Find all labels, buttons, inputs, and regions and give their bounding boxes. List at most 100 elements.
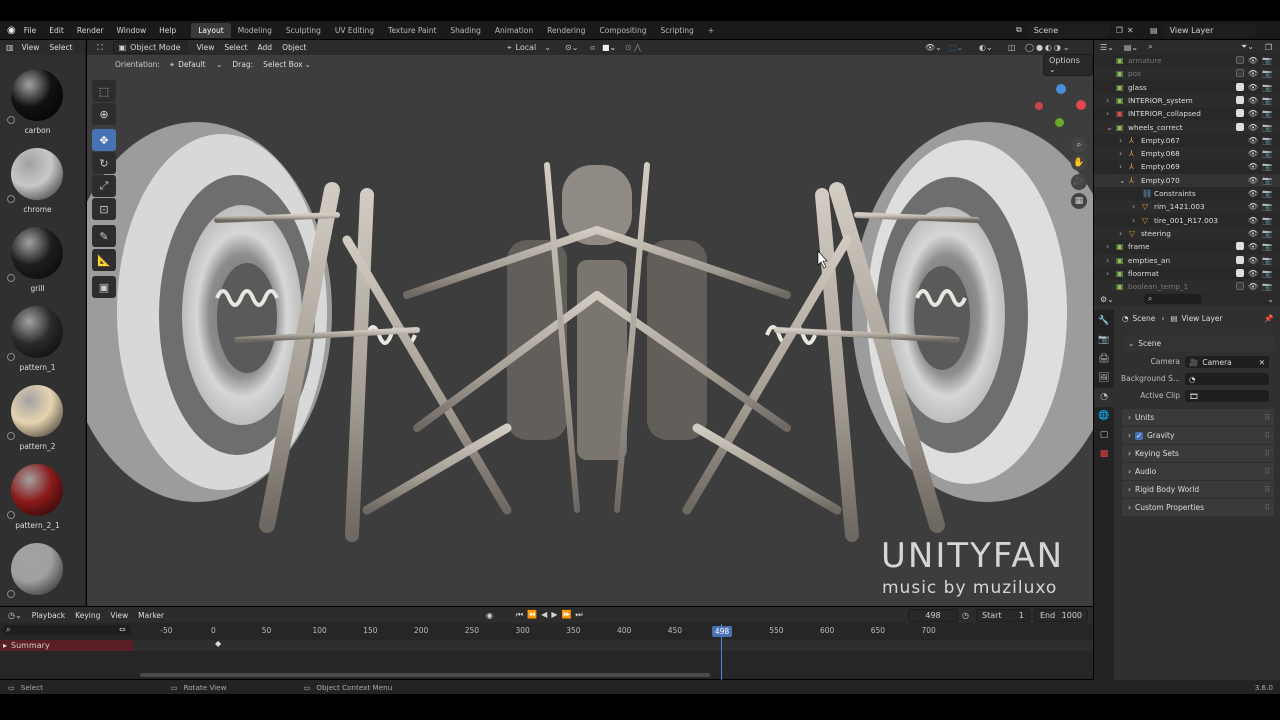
- close-scene-icon[interactable]: ✕: [1127, 26, 1134, 35]
- summary-channel[interactable]: ▸ Summary: [0, 640, 133, 651]
- visibility-icon[interactable]: 👁⌄: [925, 43, 942, 52]
- property-section[interactable]: › Rigid Body World ⠿: [1122, 481, 1274, 498]
- row-toggles[interactable]: 👁 📷: [1235, 109, 1272, 118]
- pivot-point-icon[interactable]: ⊙⌄: [565, 43, 578, 52]
- tab-compositing[interactable]: Compositing: [592, 23, 653, 38]
- search-icon[interactable]: ⌕: [1148, 42, 1152, 52]
- gizmo-icon[interactable]: ⬚⌄: [949, 43, 963, 52]
- gravity-checkbox[interactable]: ✓: [1135, 431, 1143, 440]
- tab-texture-paint[interactable]: Texture Paint: [381, 23, 443, 38]
- x-axis-icon[interactable]: [1076, 100, 1086, 110]
- expand-chevron-icon[interactable]: ›: [1132, 216, 1135, 225]
- keyframe-icon[interactable]: ◆: [215, 639, 221, 648]
- pin-icon[interactable]: 📌: [1264, 314, 1273, 323]
- outliner-row[interactable]: › ⅄ Empty.068 👁 📷: [1094, 147, 1280, 161]
- camera-icon[interactable]: 📷: [1262, 189, 1272, 198]
- material-name[interactable]: pattern_2_1: [0, 521, 75, 530]
- outliner-item-name[interactable]: boolean_temp_1: [1128, 282, 1188, 291]
- outliner-item-name[interactable]: frame: [1128, 242, 1150, 251]
- eye-icon[interactable]: 👁: [1248, 189, 1258, 198]
- camera-field[interactable]: 🎥 Camera ✕: [1185, 356, 1269, 368]
- tool-tab-icon[interactable]: 🔧: [1094, 312, 1114, 331]
- panel-options-icon[interactable]: ⌄: [1267, 295, 1274, 304]
- expand-chevron-icon[interactable]: ›: [1119, 136, 1122, 145]
- viewport-menu-add[interactable]: Add: [258, 43, 273, 52]
- row-toggles[interactable]: 👁 📷: [1235, 56, 1272, 65]
- tab-rendering[interactable]: Rendering: [540, 23, 592, 38]
- row-toggles[interactable]: 👁 📷: [1248, 162, 1272, 171]
- camera-icon[interactable]: 📷: [1262, 69, 1272, 78]
- blender-logo-icon[interactable]: ◉: [7, 25, 16, 36]
- row-toggles[interactable]: 👁 📷: [1248, 149, 1272, 158]
- outliner-item-name[interactable]: wheels_correct: [1128, 123, 1183, 132]
- exclude-checkbox[interactable]: [1235, 282, 1244, 291]
- outliner-row[interactable]: › ▽ rim_1421.003 👁 📷: [1094, 200, 1280, 214]
- row-toggles[interactable]: 👁 📷: [1235, 122, 1272, 132]
- row-toggles[interactable]: 👁 📷: [1235, 95, 1272, 105]
- outliner-item-name[interactable]: Empty.068: [1141, 149, 1180, 158]
- view-layer-selector[interactable]: ▤ View Layer: [1150, 23, 1256, 37]
- outliner-row[interactable]: › ▽ tire_001_R17.003 👁 📷: [1094, 214, 1280, 227]
- camera-icon[interactable]: 📷: [1262, 256, 1272, 265]
- eye-icon[interactable]: 👁: [1248, 256, 1258, 265]
- view-layer-tab-icon[interactable]: 🖼: [1094, 369, 1114, 388]
- view-layer-field[interactable]: View Layer: [1163, 23, 1256, 37]
- expand-chevron-icon[interactable]: ›: [1119, 229, 1122, 238]
- outliner-item-name[interactable]: pos: [1128, 69, 1141, 78]
- camera-icon[interactable]: 📷: [1262, 109, 1272, 118]
- eye-icon[interactable]: 👁: [1248, 96, 1258, 105]
- camera-icon[interactable]: 📷: [1262, 136, 1272, 145]
- orientation-dropdown[interactable]: ⌖ Default ⌄: [170, 60, 223, 70]
- outliner-item-name[interactable]: rim_1421.003: [1154, 202, 1205, 211]
- tab-uv-editing[interactable]: UV Editing: [328, 23, 381, 38]
- outliner-row[interactable]: › ▣ floormat 👁 📷: [1094, 267, 1280, 280]
- active-clip-field[interactable]: 🎞: [1185, 390, 1269, 402]
- menu-edit[interactable]: Edit: [49, 26, 64, 35]
- annotate-tool-button[interactable]: ✎: [92, 225, 116, 247]
- viewport-menu-view[interactable]: View: [197, 43, 215, 52]
- outliner-row[interactable]: › ⅄ Empty.069 👁 📷: [1094, 160, 1280, 173]
- menu-file[interactable]: File: [24, 26, 37, 35]
- row-toggles[interactable]: 👁 📷: [1248, 136, 1272, 145]
- outliner-item-name[interactable]: tire_001_R17.003: [1154, 216, 1218, 225]
- row-toggles[interactable]: 👁 📷: [1235, 255, 1272, 265]
- scene-panel-header[interactable]: ⌄ Scene: [1122, 335, 1274, 352]
- outliner-row[interactable]: ▣ armature 👁 📷: [1094, 54, 1280, 67]
- exclude-checkbox[interactable]: [1235, 69, 1244, 78]
- select-tool-button[interactable]: ⬚: [92, 80, 116, 102]
- playback-controls[interactable]: ⏮⏪◀▶⏩⏭: [516, 610, 587, 620]
- eye-icon[interactable]: 👁: [1248, 202, 1258, 211]
- perspective-grid-icon[interactable]: ▦: [1071, 193, 1087, 209]
- camera-icon[interactable]: 📷: [1262, 202, 1272, 211]
- collection-tab-icon[interactable]: ▢: [1094, 426, 1114, 445]
- texture-tab-icon[interactable]: ▩: [1094, 445, 1114, 464]
- outliner-item-name[interactable]: armature: [1128, 56, 1162, 65]
- eye-icon[interactable]: 👁: [1248, 56, 1258, 65]
- camera-icon[interactable]: 📷: [1262, 229, 1272, 238]
- material-name[interactable]: pattern_1: [0, 363, 75, 372]
- shading-modes-icon[interactable]: ◯●◐◑⌄: [1025, 43, 1072, 52]
- asset-menu-view[interactable]: View: [22, 43, 40, 52]
- scene-tab-icon[interactable]: ◔: [1094, 388, 1114, 407]
- camera-icon[interactable]: 📷: [1262, 83, 1272, 92]
- expand-chevron-icon[interactable]: ⌄: [1119, 176, 1126, 185]
- filter-icon[interactable]: ⏷⌄: [1241, 42, 1254, 52]
- expand-chevron-icon[interactable]: ›: [1132, 202, 1135, 211]
- tab-animation[interactable]: Animation: [488, 23, 540, 38]
- camera-icon[interactable]: 📷: [1262, 216, 1272, 225]
- add-workspace-button[interactable]: +: [701, 23, 721, 38]
- z-axis-icon[interactable]: [1056, 84, 1066, 94]
- expand-chevron-icon[interactable]: ›: [1106, 96, 1109, 105]
- scene-name-field[interactable]: Scene: [1027, 23, 1110, 37]
- properties-editor-icon[interactable]: ⚙⌄: [1100, 295, 1114, 304]
- eye-icon[interactable]: 👁: [1248, 109, 1258, 118]
- material-thumbnail[interactable]: [11, 543, 63, 595]
- camera-icon[interactable]: 📷: [1262, 269, 1272, 278]
- outliner-row[interactable]: ⌄ ⅄ Empty.070 👁 📷: [1094, 173, 1280, 187]
- exclude-checkbox[interactable]: [1235, 255, 1244, 264]
- outliner-row[interactable]: › ▣ empties_an 👁 📷: [1094, 253, 1280, 267]
- outliner-row[interactable]: › ▣ frame 👁 📷: [1094, 240, 1280, 253]
- clear-icon[interactable]: ✕: [1259, 358, 1265, 367]
- outliner-row[interactable]: › ⅄ Empty.067 👁 📷: [1094, 134, 1280, 147]
- rotate-tool-button[interactable]: ↻: [92, 152, 116, 174]
